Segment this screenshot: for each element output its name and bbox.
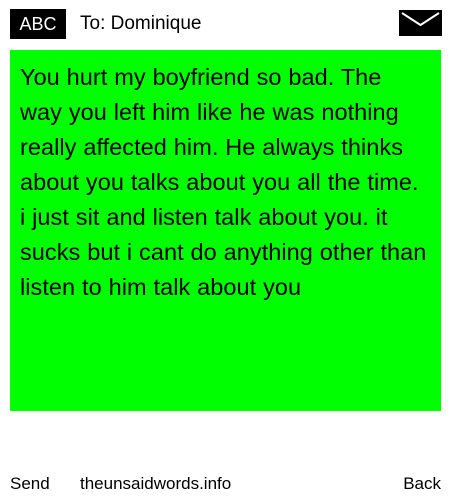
envelope-icon (399, 10, 442, 36)
recipient-field[interactable]: To: Dominique (80, 9, 201, 39)
message-body-area[interactable]: You hurt my boyfriend so bad. The way yo… (10, 50, 441, 411)
softkey-bar: Send theunsaidwords.info Back (0, 470, 450, 498)
send-button[interactable]: Send (10, 470, 50, 498)
back-button[interactable]: Back (403, 470, 441, 498)
site-label: theunsaidwords.info (80, 474, 232, 493)
message-header: ABC To: Dominique (0, 0, 450, 46)
message-text: You hurt my boyfriend so bad. The way yo… (20, 64, 427, 300)
input-mode-badge[interactable]: ABC (10, 9, 66, 39)
